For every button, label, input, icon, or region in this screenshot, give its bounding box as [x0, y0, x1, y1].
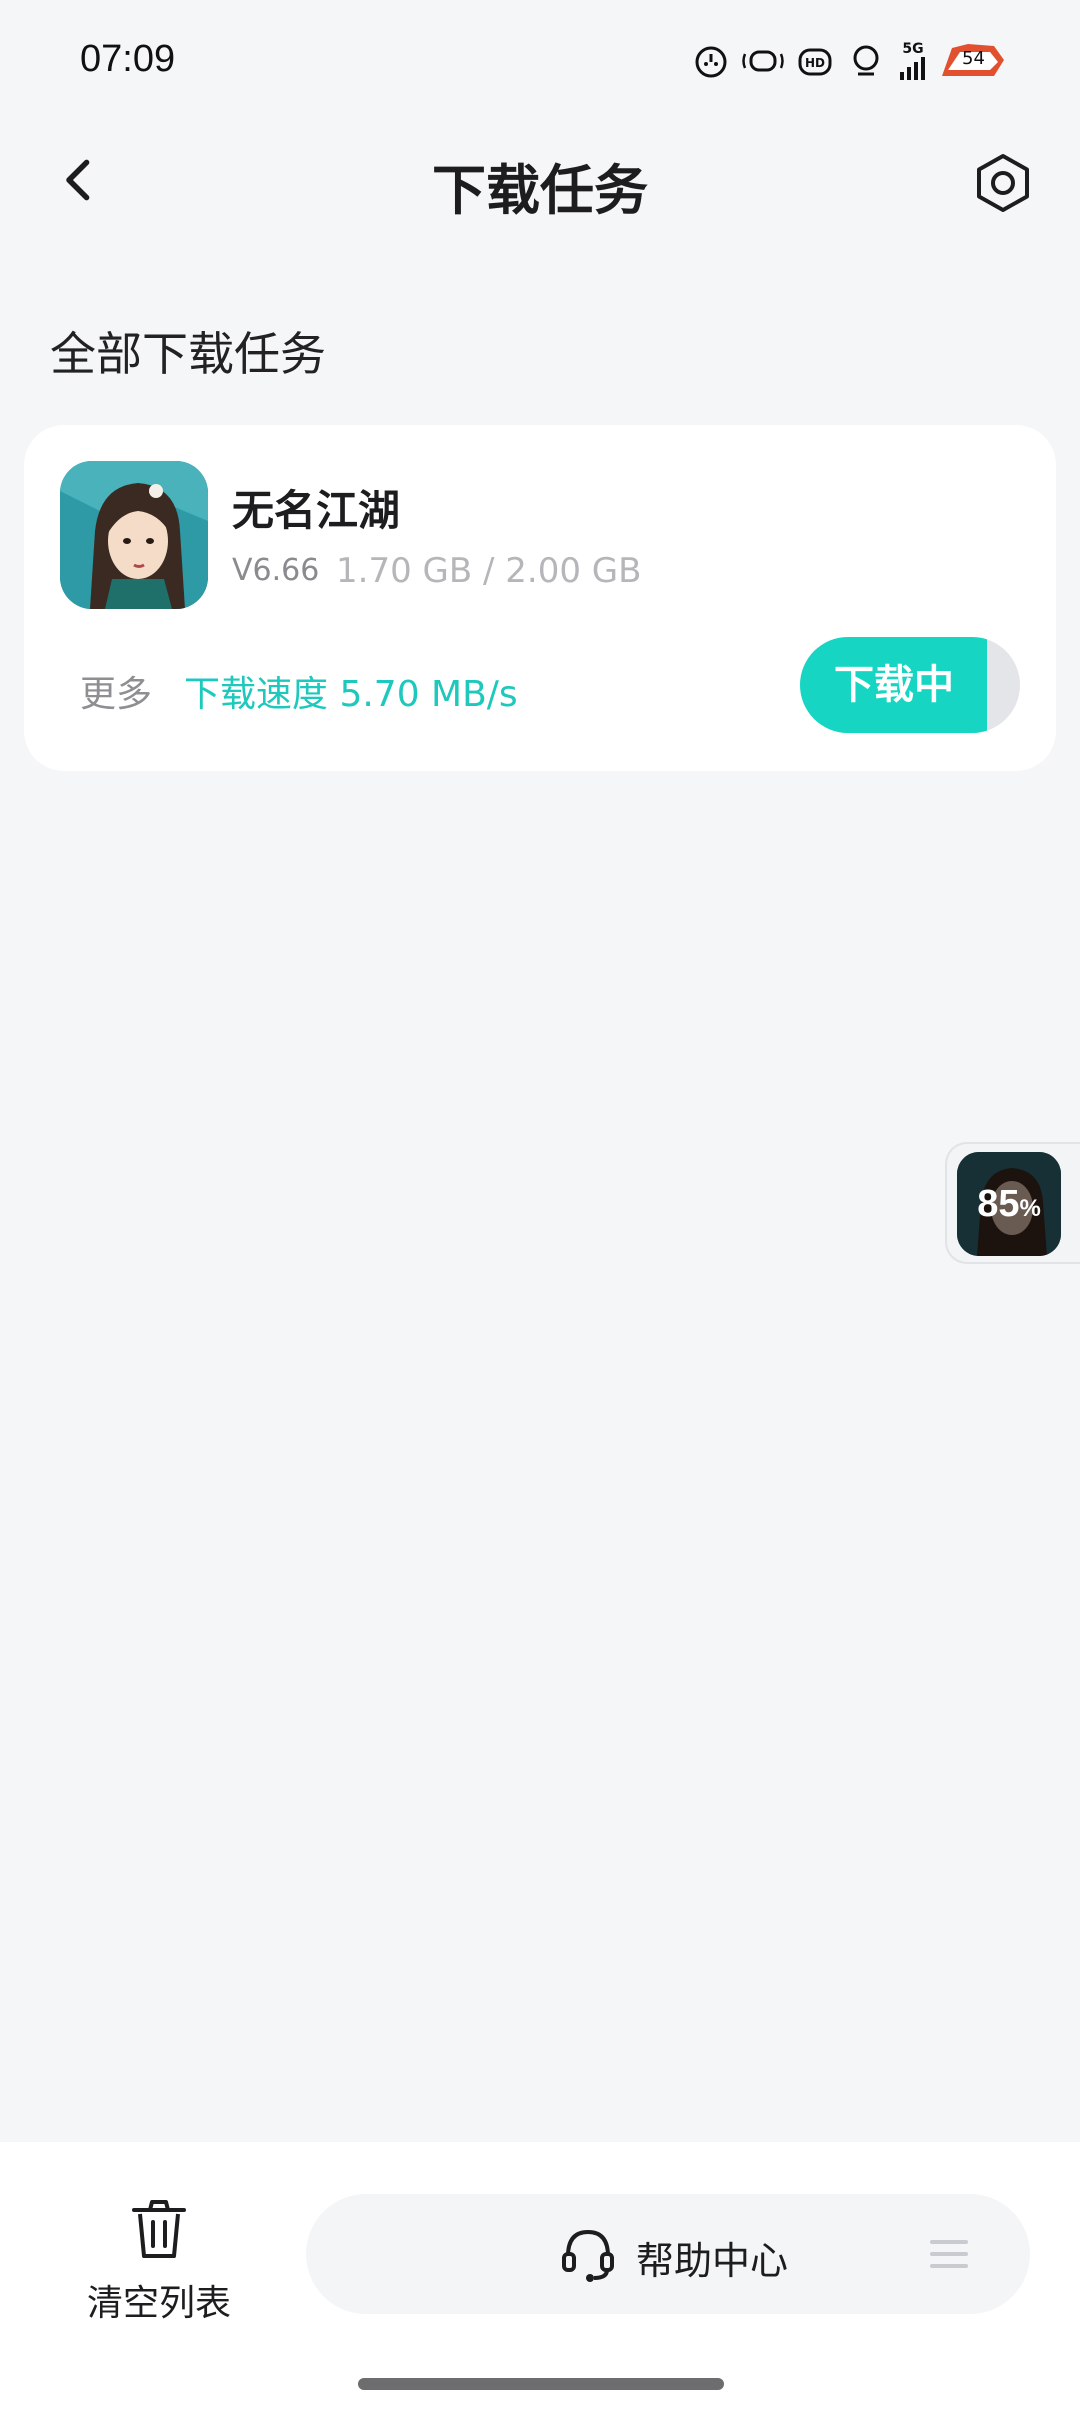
svg-text:HD: HD — [805, 56, 825, 70]
download-task-card[interactable]: 无名江湖 V6.66 1.70 GB / 2.00 GB 更多 下载速度 5.7… — [24, 425, 1056, 771]
help-center-button[interactable]: 帮助中心 — [306, 2194, 1030, 2314]
bottom-bar: 清空列表 帮助中心 — [0, 2142, 1080, 2414]
help-center-label: 帮助中心 — [636, 2239, 789, 2283]
trash-icon — [132, 2200, 186, 2258]
clear-list-button[interactable]: 清空列表 — [64, 2194, 254, 2324]
download-speed: 下载速度 5.70 MB/s — [184, 674, 518, 715]
app-icon[interactable] — [60, 461, 208, 609]
hexagon-settings-icon — [977, 154, 1029, 212]
floating-download-bubble[interactable]: 85% — [945, 1142, 1080, 1264]
floating-progress-percent: 85% — [977, 1183, 1041, 1225]
downloading-label: 下载中 — [834, 662, 954, 708]
settings-button[interactable] — [966, 146, 1040, 220]
signal-icon: 5G — [898, 42, 928, 80]
more-button[interactable]: 更多 — [80, 665, 152, 717]
clear-list-label: 清空列表 — [86, 2283, 231, 2324]
menu-icon[interactable] — [928, 2234, 970, 2274]
section-title: 全部下载任务 — [50, 327, 326, 381]
status-icons: HD 5G 54 — [690, 40, 1008, 82]
battery-icon: 54 — [938, 40, 1008, 82]
home-indicator[interactable] — [358, 2378, 724, 2390]
wifi-sound-icon — [742, 40, 784, 82]
app-name: 无名江湖 — [232, 486, 401, 535]
status-time: 07:09 — [80, 38, 176, 80]
page-title: 下载任务 — [432, 159, 648, 222]
download-size: 1.70 GB / 2.00 GB — [336, 551, 642, 591]
header: 下载任务 — [0, 120, 1080, 240]
alarm-icon — [690, 40, 732, 82]
headset-icon — [562, 2229, 614, 2282]
hd-icon: HD — [794, 40, 836, 82]
notification-icon — [846, 40, 888, 82]
status-bar: 07:09 HD 5G 54 — [0, 0, 1080, 120]
downloading-button[interactable]: 下载中 — [800, 637, 1020, 733]
app-version: V6.66 — [232, 553, 320, 588]
